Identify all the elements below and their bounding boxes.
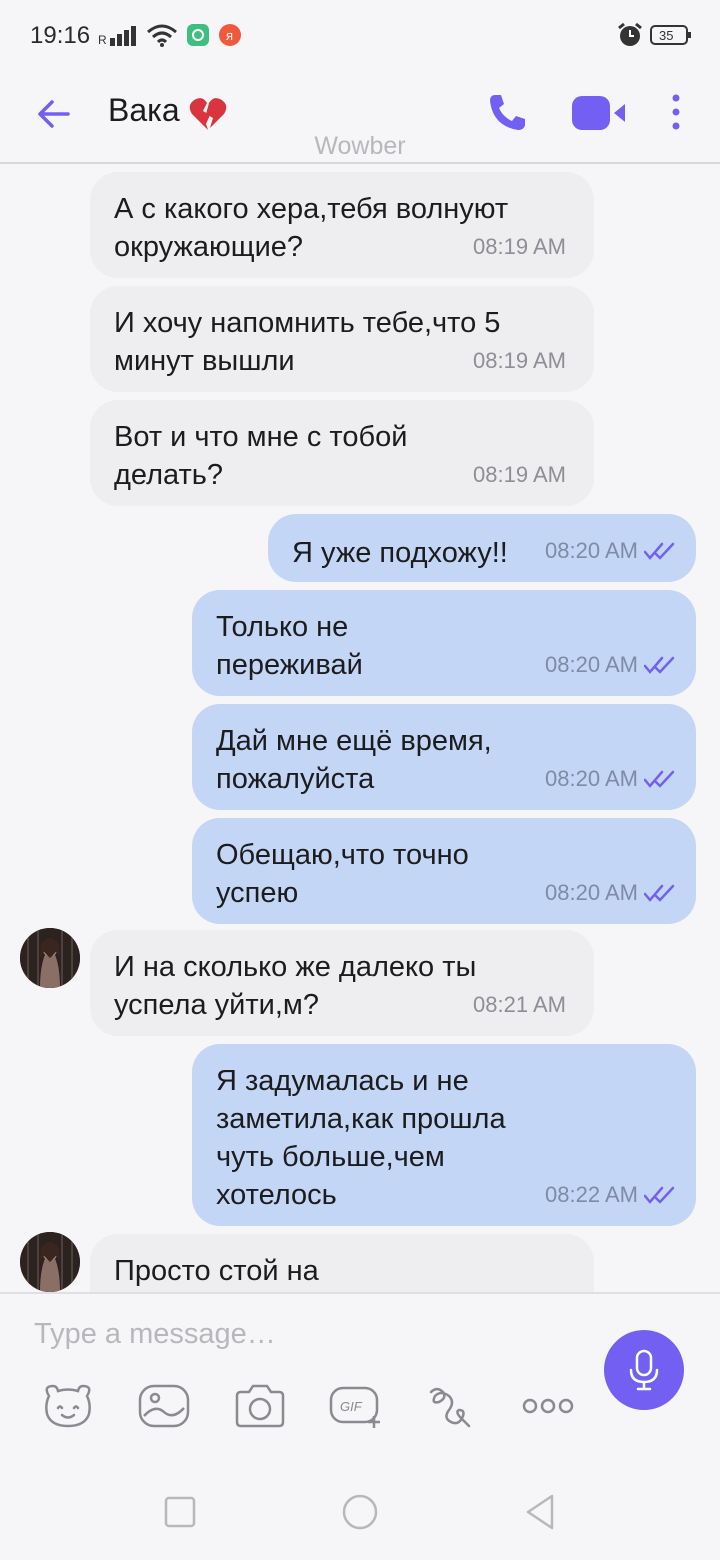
svg-text:я: я xyxy=(226,28,233,43)
message-meta: 08:20 AM xyxy=(545,874,676,912)
message-input[interactable] xyxy=(34,1312,554,1356)
doodle-button[interactable] xyxy=(424,1380,480,1432)
message-time: 08:21 AM xyxy=(473,992,566,1017)
recent-apps-icon[interactable] xyxy=(160,1492,200,1532)
sticker-bear-icon xyxy=(45,1384,91,1428)
home-icon[interactable] xyxy=(340,1492,380,1532)
incoming-message[interactable]: И хочу напомнить тебе,что 5 минут вышли … xyxy=(90,286,594,392)
message-time: 08:20 AM xyxy=(545,652,638,677)
double-check-icon xyxy=(644,884,675,902)
cell-signal-icon: R xyxy=(98,26,136,47)
message-meta: 08:19 AM xyxy=(473,228,566,266)
status-time: 19:16 xyxy=(30,22,91,49)
message-time: 08:19 AM xyxy=(473,462,566,487)
battery-level: 35 xyxy=(659,28,673,43)
doodle-icon xyxy=(429,1387,471,1428)
broken-heart-icon xyxy=(189,98,227,130)
incoming-message[interactable]: А с какого хера,тебя волнуют окружающие?… xyxy=(90,172,594,278)
voice-message-button[interactable] xyxy=(604,1330,684,1410)
gif-icon: GIF xyxy=(329,1386,380,1428)
double-check-icon xyxy=(644,542,675,560)
message-composer: GIF xyxy=(0,1292,720,1460)
microphone-icon xyxy=(629,1349,659,1391)
incoming-message[interactable]: Просто стой на xyxy=(90,1234,594,1292)
double-check-icon xyxy=(644,1186,675,1204)
avatar-image xyxy=(20,928,80,988)
yandex-notification-icon: я xyxy=(219,24,241,46)
message-meta: 08:20 AM xyxy=(545,532,676,570)
double-check-icon xyxy=(644,770,675,788)
back-arrow-icon[interactable] xyxy=(32,92,76,136)
message-text: Просто стой на xyxy=(114,1255,319,1287)
status-bar: 19:16 R я 35 xyxy=(0,0,720,68)
back-triangle-icon[interactable] xyxy=(520,1492,560,1532)
message-time: 08:19 AM xyxy=(473,234,566,259)
outgoing-message[interactable]: Обещаю,что точно успею 08:20 AM xyxy=(192,818,696,924)
message-time: 08:22 AM xyxy=(545,1182,638,1207)
phone-call-icon[interactable] xyxy=(486,90,530,134)
signal-label: R xyxy=(98,33,107,47)
watermark-label: Wowber xyxy=(314,132,406,160)
message-meta: 08:20 AM xyxy=(545,760,676,798)
message-meta: 08:19 AM xyxy=(473,342,566,380)
message-time: 08:20 AM xyxy=(545,880,638,905)
message-time: 08:20 AM xyxy=(545,538,638,563)
gif-button[interactable]: GIF xyxy=(328,1380,384,1432)
more-options-icon[interactable] xyxy=(664,90,688,134)
message-meta: 08:20 AM xyxy=(545,646,676,684)
contact-avatar[interactable] xyxy=(20,1232,80,1292)
video-call-icon[interactable] xyxy=(570,94,628,132)
outgoing-message[interactable]: Я задумалась и не заметила,как прошла чу… xyxy=(192,1044,696,1226)
incoming-message[interactable]: И на сколько же далеко ты успела уйти,м?… xyxy=(90,930,594,1036)
message-time: 08:19 AM xyxy=(473,348,566,373)
battery-icon: 35 xyxy=(650,25,691,45)
svg-text:GIF: GIF xyxy=(340,1399,363,1414)
chat-title[interactable]: Вака xyxy=(108,92,180,129)
message-time: 08:20 AM xyxy=(545,766,638,791)
more-tools-button[interactable] xyxy=(520,1380,576,1432)
alarm-icon xyxy=(618,22,642,46)
contact-avatar[interactable] xyxy=(20,928,80,988)
message-list[interactable]: А с какого хера,тебя волнуют окружающие?… xyxy=(0,164,720,1292)
gallery-icon xyxy=(138,1384,190,1428)
camera-button[interactable] xyxy=(232,1380,288,1432)
message-meta: 08:22 AM xyxy=(545,1176,676,1214)
message-meta: 08:21 AM xyxy=(473,986,566,1024)
sticker-button[interactable] xyxy=(40,1380,96,1432)
more-dots-icon xyxy=(522,1398,574,1414)
system-navigation-bar xyxy=(0,1460,720,1560)
app-notification-icon xyxy=(187,24,209,46)
avatar-image xyxy=(20,1232,80,1292)
outgoing-message[interactable]: Я уже подхожу!! 08:20 AM xyxy=(268,514,696,582)
wifi-icon xyxy=(147,24,177,47)
outgoing-message[interactable]: Только не переживай 08:20 AM xyxy=(192,590,696,696)
incoming-message[interactable]: Вот и что мне с тобой делать? 08:19 AM xyxy=(90,400,594,506)
outgoing-message[interactable]: Дай мне ещё время, пожалуйста 08:20 AM xyxy=(192,704,696,810)
message-meta: 08:19 AM xyxy=(473,456,566,494)
gallery-button[interactable] xyxy=(136,1380,192,1432)
camera-icon xyxy=(235,1384,285,1428)
double-check-icon xyxy=(644,656,675,674)
